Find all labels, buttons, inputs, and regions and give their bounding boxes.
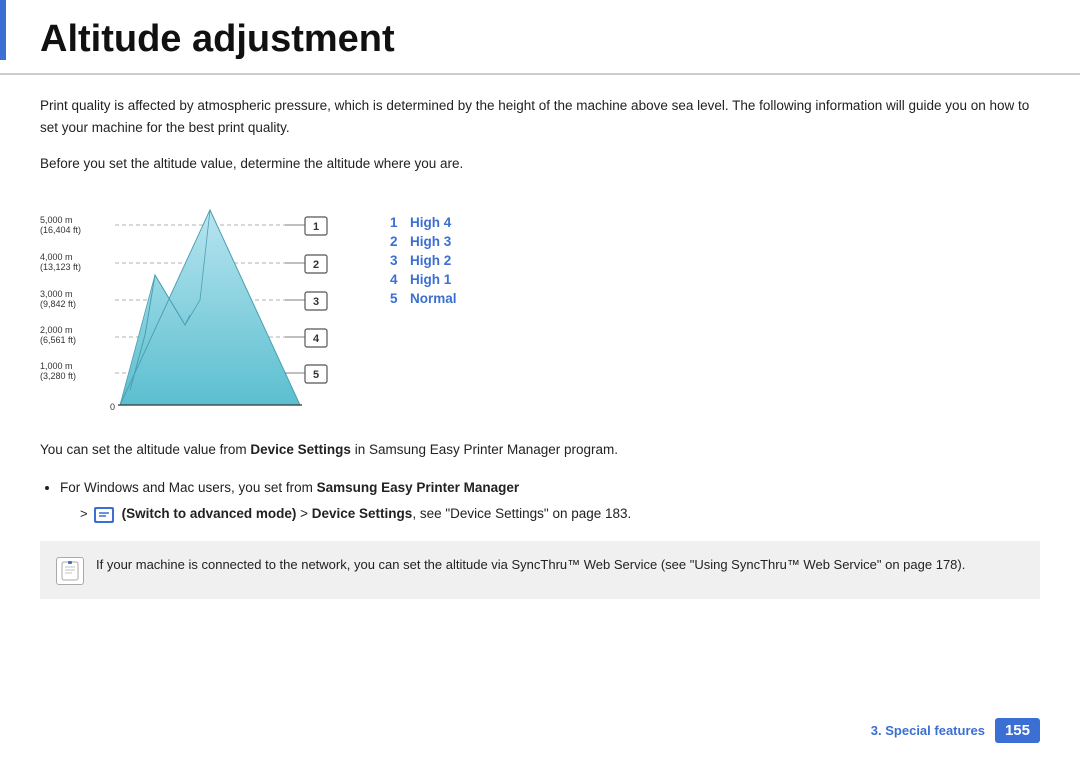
content-area: Print quality is affected by atmospheric… (0, 95, 1080, 599)
switch-mode-bold: (Switch to advanced mode) (122, 506, 297, 521)
legend-label-4: High 1 (410, 272, 451, 287)
label-5000m: 5,000 m (40, 215, 73, 225)
bullet-item-1: For Windows and Mac users, you set from … (60, 477, 1040, 526)
legend-num-4: 4 (390, 272, 404, 287)
footer-chapter: 3. Special features (871, 723, 985, 738)
page-title: Altitude adjustment (0, 0, 1080, 75)
label-zero: 0 (110, 402, 115, 412)
blue-accent-bar (0, 0, 6, 60)
switch-mode-text: (Switch to advanced mode) > Device Setti… (122, 503, 632, 525)
altitude-svg: 5,000 m (16,404 ft) 4,000 m (13,123 ft) … (40, 195, 360, 415)
altitude-diagram-container: 5,000 m (16,404 ft) 4,000 m (13,123 ft) … (40, 195, 360, 415)
bullet-list: For Windows and Mac users, you set from … (60, 477, 1040, 526)
label-5000ft: (16,404 ft) (40, 225, 81, 235)
label-3000m: 3,000 m (40, 289, 73, 299)
legend-section: 1 High 4 2 High 3 3 High 2 4 High 1 5 No… (390, 195, 457, 310)
intro-paragraph: Print quality is affected by atmospheric… (40, 95, 1040, 140)
switch-mode-icon (94, 503, 116, 525)
legend-item-3: 3 High 2 (390, 253, 457, 268)
box-4-label: 4 (313, 333, 320, 345)
legend-item-1: 1 High 4 (390, 215, 457, 230)
note-box: If your machine is connected to the netw… (40, 541, 1040, 599)
arrow-icon: > (80, 503, 88, 524)
box-5-label: 5 (313, 369, 319, 381)
device-settings-sub-bold: Device Settings (312, 506, 413, 521)
label-1000m: 1,000 m (40, 361, 73, 371)
box-1-label: 1 (313, 221, 319, 233)
label-1000ft: (3,280 ft) (40, 371, 76, 381)
device-settings-bold: Device Settings (250, 442, 351, 457)
legend-num-2: 2 (390, 234, 404, 249)
legend-label-5: Normal (410, 291, 457, 306)
body-paragraph-1: You can set the altitude value from Devi… (40, 439, 1040, 461)
box-3-label: 3 (313, 296, 319, 308)
legend-label-2: High 3 (410, 234, 451, 249)
legend-num-1: 1 (390, 215, 404, 230)
label-4000m: 4,000 m (40, 252, 73, 262)
label-2000m: 2,000 m (40, 325, 73, 335)
legend-item-4: 4 High 1 (390, 272, 457, 287)
note-text: If your machine is connected to the netw… (96, 555, 965, 576)
legend-label-1: High 4 (410, 215, 451, 230)
label-4000ft: (13,123 ft) (40, 262, 81, 272)
label-3000ft: (9,842 ft) (40, 299, 76, 309)
legend-item-5: 5 Normal (390, 291, 457, 306)
label-2000ft: (6,561 ft) (40, 335, 76, 345)
legend-label-3: High 2 (410, 253, 451, 268)
legend-num-3: 3 (390, 253, 404, 268)
diagram-section: 5,000 m (16,404 ft) 4,000 m (13,123 ft) … (40, 195, 1040, 415)
samsung-epm-bold: Samsung Easy Printer Manager (317, 480, 520, 495)
legend-num-5: 5 (390, 291, 404, 306)
before-paragraph: Before you set the altitude value, deter… (40, 156, 1040, 171)
note-icon (56, 557, 84, 585)
box-2-label: 2 (313, 259, 319, 271)
footer-page-number: 155 (995, 718, 1040, 743)
legend-item-2: 2 High 3 (390, 234, 457, 249)
footer: 3. Special features 155 (871, 718, 1040, 743)
sub-item: > (Switch to advanced mode) > Device Set… (80, 503, 1040, 525)
